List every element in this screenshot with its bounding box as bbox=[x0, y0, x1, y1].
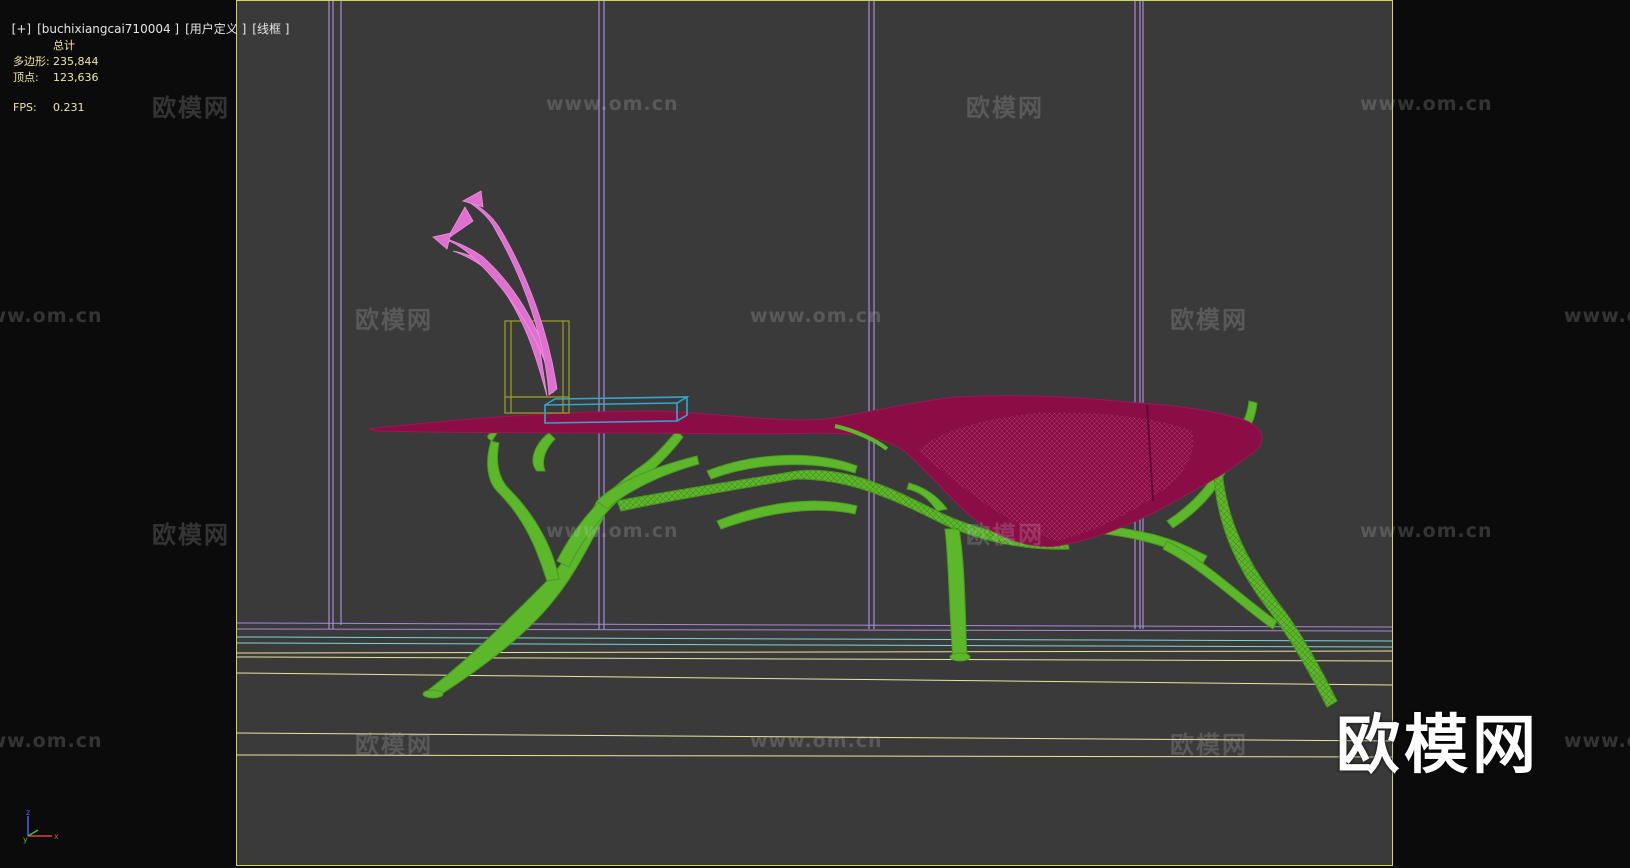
watermark-url: www.om.cn bbox=[546, 93, 679, 115]
watermark-cn: 欧模网 bbox=[966, 94, 1044, 122]
watermark-cn: 欧模网 bbox=[355, 731, 433, 759]
watermark-url: www.om.cn bbox=[0, 730, 103, 752]
watermark-cn: 欧模网 bbox=[152, 94, 230, 122]
vertices-value: 123,636 bbox=[53, 71, 99, 84]
watermark-url: www.om.cn bbox=[0, 305, 103, 327]
viewport-menu-toggle[interactable]: [+] bbox=[12, 22, 31, 36]
watermark-cn: 欧模网 bbox=[966, 521, 1044, 549]
watermark-url: www.om.cn bbox=[1564, 305, 1630, 327]
watermark-url: www.om.cn bbox=[1360, 520, 1493, 542]
axis-y-label: y bbox=[23, 835, 28, 844]
polygons-value: 235,844 bbox=[53, 55, 99, 68]
watermark-cn: 欧模网 bbox=[152, 521, 230, 549]
watermark-url: www.om.cn bbox=[750, 305, 883, 327]
watermark-cn: 欧模网 bbox=[1170, 306, 1248, 334]
scene-statistics: 总计 多边形: 235,844 顶点: 123,636 FPS: 0.231 bbox=[13, 38, 99, 116]
site-logo: 欧模网 bbox=[1336, 709, 1540, 783]
fps-label: FPS: bbox=[13, 101, 37, 114]
watermark-cn: 欧模网 bbox=[355, 306, 433, 334]
axis-z-label: z bbox=[26, 808, 30, 817]
viewport-label[interactable]: [+] [buchixiangcai710004 ] [用户定义 ] [线框 ] bbox=[4, 6, 295, 37]
viewport-camera-label[interactable]: [buchixiangcai710004 ] bbox=[37, 22, 179, 36]
fps-value: 0.231 bbox=[53, 101, 85, 114]
polygons-label: 多边形: bbox=[13, 55, 50, 68]
watermark-cn: 欧模网 bbox=[1170, 731, 1248, 759]
vertices-label: 顶点: bbox=[13, 71, 39, 84]
flowers bbox=[432, 190, 558, 397]
stats-header: 总计 bbox=[53, 39, 75, 52]
axis-gizmo-icon: z y x bbox=[23, 808, 59, 844]
watermark-url: www.om.cn bbox=[1360, 93, 1493, 115]
viewport-view-label[interactable]: [用户定义 ] bbox=[185, 22, 246, 36]
watermark-url: www.om.cn bbox=[546, 520, 679, 542]
watermark-url: www.om.cn bbox=[1564, 730, 1630, 752]
watermark-url: www.om.cn bbox=[750, 730, 883, 752]
viewport-shading-label[interactable]: [线框 ] bbox=[252, 22, 289, 36]
axis-x-label: x bbox=[54, 832, 59, 841]
